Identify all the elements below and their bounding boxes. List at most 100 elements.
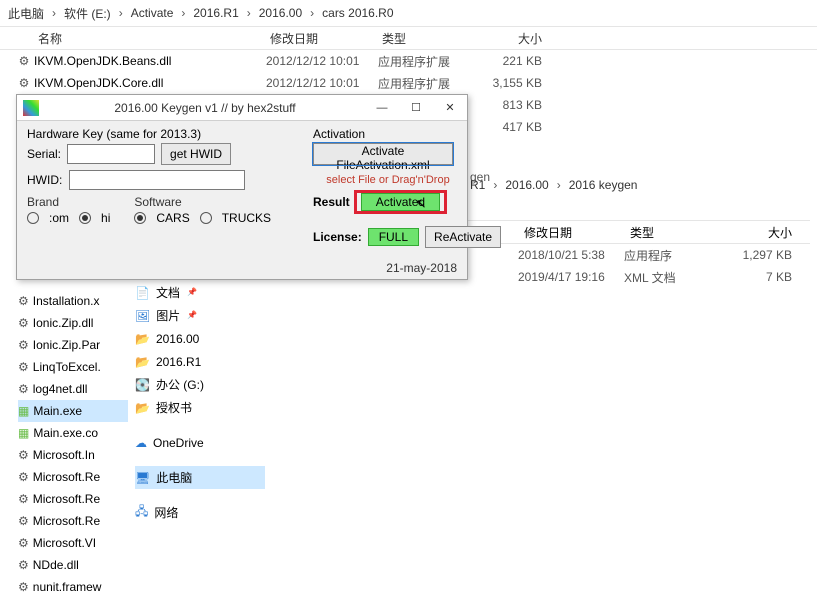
file-row[interactable]: Microsoft.VI <box>18 532 128 554</box>
serial-input[interactable] <box>67 144 155 164</box>
brand-opt-1: hi <box>101 211 110 225</box>
file-row[interactable]: nunit.framew <box>18 576 128 598</box>
nav-item[interactable]: 此电脑 <box>135 466 265 489</box>
file-name: IKVM.OpenJDK.Core.dll <box>34 76 266 90</box>
sw-radio-cars[interactable] <box>134 212 146 224</box>
file-name: Ionic.Zip.Par <box>33 338 100 352</box>
file-date: 2012/12/12 10:01 <box>266 54 378 68</box>
close-button[interactable]: ✕ <box>433 97 467 119</box>
sub-col-date[interactable]: 修改日期 <box>518 224 624 241</box>
hwid-input[interactable] <box>69 170 245 190</box>
dll-icon <box>14 76 34 90</box>
result-highlight: Activated ↖ <box>354 190 447 214</box>
file-row[interactable]: Microsoft.Re <box>18 466 128 488</box>
bc-1[interactable]: 软件 (E:) <box>64 5 111 22</box>
sub-col-size[interactable]: 大小 <box>730 224 802 241</box>
file-row[interactable]: LinqToExcel. <box>18 356 128 378</box>
file-row[interactable]: IKVM.OpenJDK.Beans.dll 2012/12/12 10:01 … <box>0 50 817 72</box>
file-name: IKVM.OpenJDK.Beans.dll <box>34 54 266 68</box>
folder-y-icon <box>135 332 150 346</box>
file-name: NDde.dll <box>33 558 79 572</box>
col-name[interactable]: 名称 <box>34 30 266 47</box>
sub-bc-1[interactable]: 2016.00 <box>505 178 548 192</box>
nav-item[interactable]: 2016.00 <box>135 327 265 350</box>
nav-item[interactable]: 2016.R1 <box>135 350 265 373</box>
col-type[interactable]: 类型 <box>378 30 482 47</box>
bc-0[interactable]: 此电脑 <box>8 5 44 22</box>
brand-label: Brand <box>27 195 110 209</box>
file-row[interactable]: Installation.x <box>18 290 128 312</box>
sub-bc-0[interactable]: R1 <box>470 178 485 192</box>
nav-label: 图片 <box>156 307 180 324</box>
nav-item[interactable]: 办公 (G:) <box>135 373 265 396</box>
sw-radio-trucks[interactable] <box>200 212 212 224</box>
nav-item[interactable]: OneDrive <box>135 431 265 454</box>
activate-file-button[interactable]: Activate FileActivation.xml <box>313 143 453 165</box>
nav-pane: 下载文档图片2016.002016.R1办公 (G:)授权书OneDrive此电… <box>135 258 265 524</box>
get-hwid-button[interactable]: get HWID <box>161 143 231 165</box>
nav-item[interactable]: 图片 <box>135 304 265 327</box>
column-header[interactable]: 名称 修改日期 类型 大小 <box>0 26 817 50</box>
keygen-dialog[interactable]: 2016.00 Keygen v1 // by hex2stuff — ☐ ✕ … <box>16 94 468 280</box>
file-date: 2012/12/12 10:01 <box>266 76 378 90</box>
file-row[interactable]: Ionic.Zip.Par <box>18 334 128 356</box>
titlebar[interactable]: 2016.00 Keygen v1 // by hex2stuff — ☐ ✕ <box>17 95 467 121</box>
result-label: Result <box>313 195 350 209</box>
nav-item[interactable]: 网络 <box>135 501 265 524</box>
file-row[interactable]: NDde.dll <box>18 554 128 576</box>
file-row[interactable]: IKVM.OpenJDK.Core.dll 2012/12/12 10:01 应… <box>0 72 817 94</box>
result-value: Activated ↖ <box>361 193 440 211</box>
folder-y-icon <box>135 355 150 369</box>
serial-label: Serial: <box>27 147 61 161</box>
nav-item[interactable]: 授权书 <box>135 396 265 419</box>
nav-label: 网络 <box>154 504 178 521</box>
file-name: Main.exe.co <box>33 426 98 440</box>
sub-col-type[interactable]: 类型 <box>624 224 730 241</box>
brand-radio-1[interactable] <box>79 212 91 224</box>
software-label: Software <box>134 195 271 209</box>
bc-2[interactable]: Activate <box>131 6 174 20</box>
dll-icon <box>18 316 29 330</box>
sub-date: 2019/4/17 19:16 <box>518 270 624 284</box>
license-label: License: <box>313 230 362 244</box>
app-icon <box>23 100 39 116</box>
file-row[interactable]: Main.exe.co <box>18 422 128 444</box>
sw-opt-trucks: TRUCKS <box>222 211 271 225</box>
dll-icon <box>18 470 29 484</box>
maximize-button[interactable]: ☐ <box>399 97 433 119</box>
file-name: Ionic.Zip.dll <box>33 316 94 330</box>
file-row[interactable]: Microsoft.Re <box>18 488 128 510</box>
file-name: Microsoft.Re <box>33 470 100 484</box>
file-row[interactable]: Microsoft.In <box>18 444 128 466</box>
bc-5[interactable]: cars 2016.R0 <box>322 6 393 20</box>
dll-icon <box>18 580 29 594</box>
file-name: Microsoft.Re <box>33 492 100 506</box>
bc-3[interactable]: 2016.R1 <box>193 6 238 20</box>
file-row[interactable]: Main.exe <box>18 400 128 422</box>
col-date[interactable]: 修改日期 <box>266 30 378 47</box>
col-size[interactable]: 大小 <box>482 30 554 47</box>
dll-icon <box>18 558 29 572</box>
pic-icon <box>135 309 150 323</box>
breadcrumb[interactable]: 此电脑 软件 (E:) Activate 2016.R1 2016.00 car… <box>0 0 817 26</box>
file-name: Main.exe <box>33 404 82 418</box>
bc-4[interactable]: 2016.00 <box>259 6 302 20</box>
file-name: Microsoft.Re <box>33 514 100 528</box>
nav-label: 授权书 <box>156 399 192 416</box>
dll-icon <box>14 54 34 68</box>
pin-icon <box>186 287 198 298</box>
minimize-button[interactable]: — <box>365 97 399 119</box>
sub-bc-2[interactable]: 2016 keygen <box>569 178 638 192</box>
reactivate-button[interactable]: ReActivate <box>425 226 501 248</box>
brand-radio-0[interactable] <box>27 212 39 224</box>
nav-label: OneDrive <box>153 436 204 450</box>
pin-icon <box>186 310 198 321</box>
file-row[interactable]: Microsoft.Re <box>18 510 128 532</box>
drive-icon <box>135 378 150 392</box>
activation-label: Activation <box>313 127 463 141</box>
file-row[interactable]: Ionic.Zip.dll <box>18 312 128 334</box>
nav-item[interactable]: 文档 <box>135 281 265 304</box>
license-value: FULL <box>368 228 419 246</box>
build-date: 21-may-2018 <box>386 261 457 275</box>
file-row[interactable]: log4net.dll <box>18 378 128 400</box>
